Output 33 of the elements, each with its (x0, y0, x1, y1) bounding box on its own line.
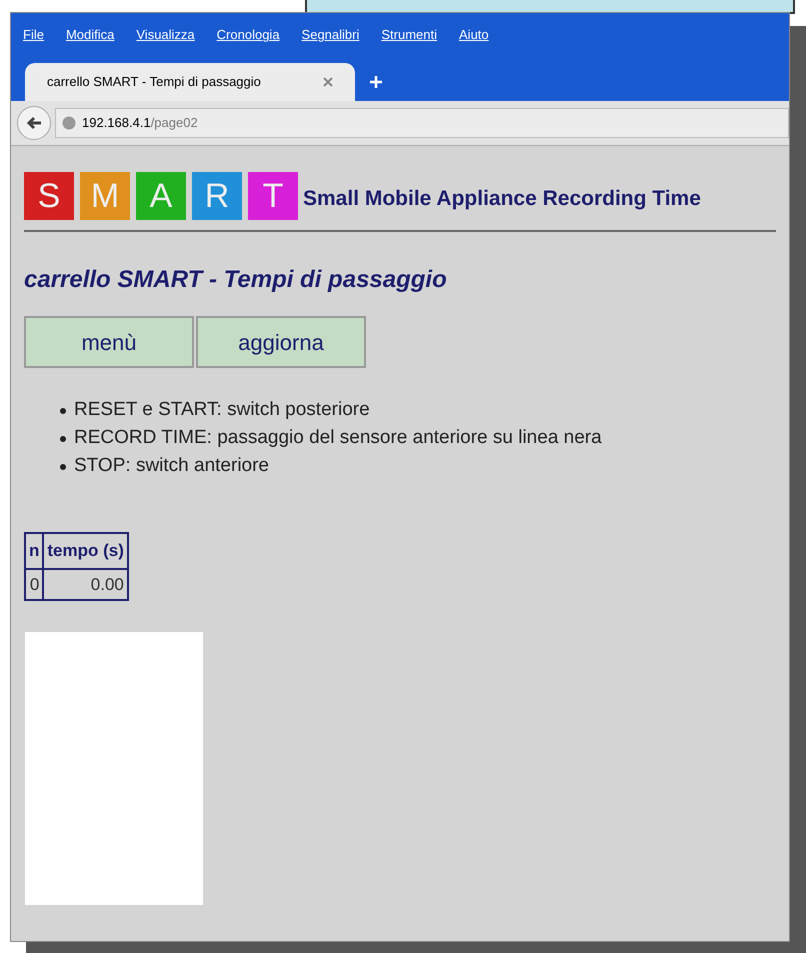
column-header: tempo (s) (43, 533, 128, 568)
table-cell: 0 (25, 568, 44, 600)
close-icon[interactable] (323, 77, 333, 87)
url-text: 192.168.4.1/page02 (82, 114, 198, 132)
menu-item[interactable]: Visualizza (136, 25, 195, 45)
menu-item[interactable]: Aiuto (459, 25, 489, 45)
bullet-icon (60, 464, 66, 470)
logo-letter: S (24, 172, 74, 220)
bullet-icon (60, 408, 66, 414)
browser-tab[interactable]: carrello SMART - Tempi di passaggio (25, 63, 355, 101)
menu-item[interactable]: Modifica (66, 25, 114, 45)
logo-letter: R (192, 172, 242, 220)
menu-item[interactable]: Cronologia (216, 25, 280, 45)
new-tab-icon[interactable] (369, 75, 383, 89)
logo-letter: T (248, 172, 298, 220)
note-text: RESET e START: switch posteriore (74, 398, 370, 422)
menu-item[interactable]: File (23, 25, 44, 45)
table-cell: 0.00 (43, 568, 128, 600)
note-text: RECORD TIME: passaggio del sensore anteriore su linea nera (74, 426, 602, 450)
menu-item[interactable]: Strumenti (381, 25, 438, 45)
nav-button[interactable]: menù (24, 316, 194, 368)
page-heading: carrello SMART - Tempi di passaggio (24, 265, 448, 295)
nav-button[interactable]: aggiorna (196, 316, 366, 368)
note-text: STOP: switch anteriore (74, 454, 270, 478)
column-header: n (25, 533, 44, 568)
back-button[interactable] (17, 106, 51, 140)
logo-letter: M (80, 172, 130, 220)
bullet-icon (60, 436, 66, 442)
logo-letter: A (136, 172, 186, 220)
menu-item[interactable]: Segnalibri (302, 25, 360, 45)
address-field[interactable]: 192.168.4.1/page02 (55, 108, 789, 138)
tagline: Small Mobile Appliance Recording Time (303, 186, 701, 212)
back-arrow-icon (26, 116, 42, 130)
